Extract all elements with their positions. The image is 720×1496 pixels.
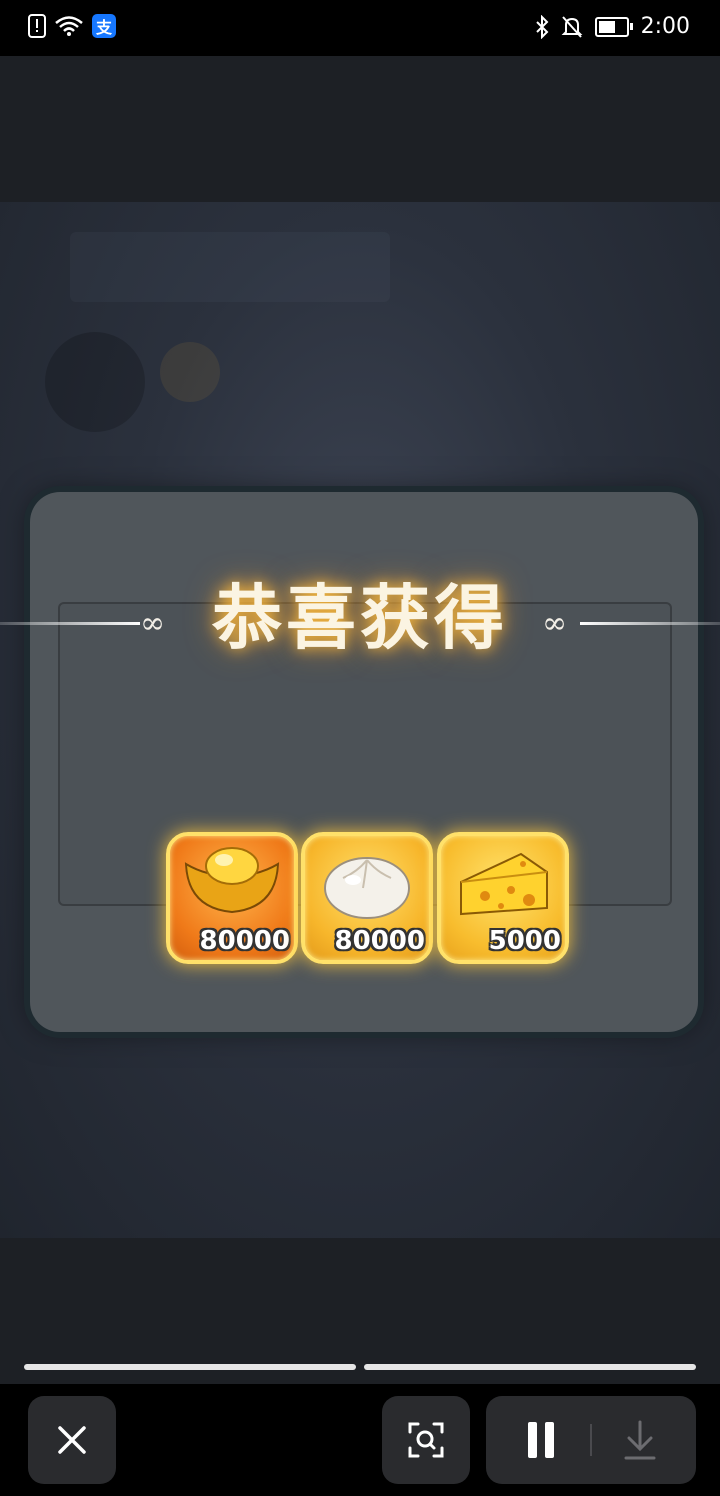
bottom-control-bar [0,1384,720,1496]
title-line-left [0,622,140,625]
reward-amount: 5000 [488,926,561,956]
background-coin [160,342,220,402]
mute-icon [561,15,583,38]
alipay-icon: 支 [92,14,116,38]
cheese-icon [460,852,548,916]
reward-item-cheese[interactable]: 5000 [437,832,569,964]
bluetooth-icon [535,14,549,39]
ornament-left-icon: ∞ [140,606,165,641]
lens-search-button[interactable] [382,1396,470,1484]
title-line-right [580,622,720,625]
wifi-icon [55,16,83,36]
story-progress-bar-2 [364,1364,696,1370]
story-progress-bar-1 [24,1364,356,1370]
ornament-right-icon: ∞ [542,606,567,641]
status-time: 2:00 [640,14,690,39]
gold-ingot-icon [184,847,280,914]
video-viewer[interactable]: ∞ ∞ 恭喜获得 80000 80000 5000 [0,56,720,1496]
status-right-icons: 2:00 [535,14,690,39]
background-avatar [45,332,145,432]
reward-amount: 80000 [199,926,290,956]
close-icon [58,1426,86,1454]
playback-control-group [486,1396,696,1484]
game-video-frame[interactable]: ∞ ∞ 恭喜获得 80000 80000 5000 [0,202,720,1238]
close-button[interactable] [28,1396,116,1484]
alert-icon [28,14,46,38]
reward-title: 恭喜获得 [212,576,508,659]
reward-item-gold-ingot[interactable]: 80000 [166,832,298,964]
pause-icon[interactable] [526,1420,556,1460]
steamed-bun-icon [324,857,410,919]
battery-icon [594,16,633,37]
reward-amount: 80000 [334,926,425,956]
lens-search-icon [408,1422,444,1458]
download-icon[interactable] [622,1418,658,1462]
status-bar: 支 2:00 [0,0,720,56]
control-divider [590,1424,592,1456]
reward-item-steamed-bun[interactable]: 80000 [301,832,433,964]
background-banner [70,232,390,302]
status-left-icons: 支 [28,14,116,38]
